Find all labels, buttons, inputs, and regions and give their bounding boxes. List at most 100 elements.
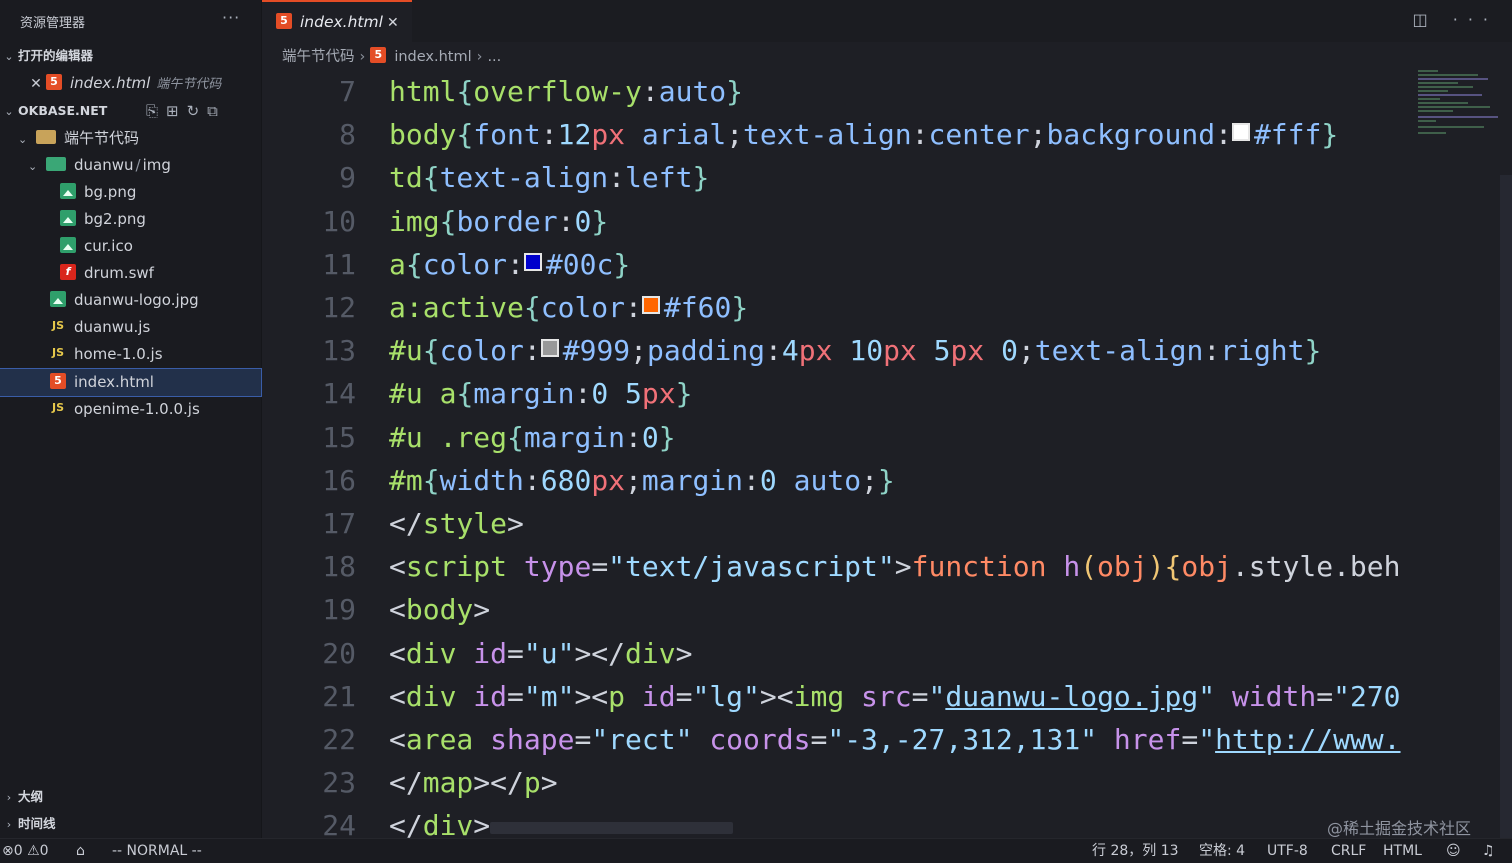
outline-section[interactable]: › 大纲 [0, 785, 43, 809]
code-token: 10 [832, 334, 884, 368]
code-line[interactable]: 24 </div> [262, 804, 490, 838]
code-line[interactable]: 21 <div id="m"><p id="lg"><img src="duanw… [262, 675, 1400, 718]
file-item[interactable]: bg2.png [0, 206, 261, 233]
new-folder-icon[interactable]: ⊞ [166, 102, 187, 120]
breadcrumb-folder[interactable]: 端午节代码 [282, 49, 355, 65]
code-token: > [540, 766, 558, 800]
open-editor-item[interactable]: ✕ 5 index.html 端午节代码 [0, 70, 261, 97]
horizontal-scrollbar[interactable] [490, 822, 733, 834]
tab-index-html[interactable]: 5 index.html ✕ [262, 0, 412, 42]
line-number: 14 [322, 377, 356, 411]
code-line[interactable]: 13 #u{color: #999;padding:4px 10px 5px 0;t… [262, 329, 1321, 372]
code-line[interactable]: 17 </style> [262, 502, 524, 545]
line-number: 22 [322, 723, 356, 756]
color-swatch[interactable] [523, 252, 542, 271]
encoding[interactable]: UTF-8 [1267, 839, 1308, 863]
file-item[interactable]: JS duanwu.js [0, 314, 261, 341]
code-line[interactable]: 15 #u .reg{margin:0} [262, 416, 675, 459]
image-file-icon [60, 182, 76, 199]
code-token: : [625, 420, 642, 454]
code-editor[interactable]: 7 html{overflow-y:auto} 8 body{font:12px ar… [262, 70, 1414, 838]
code-line[interactable]: 9 td{text-align:left} [262, 156, 709, 199]
code-line[interactable]: 20 <div id="u"></div> [262, 632, 692, 675]
code-token: } [675, 377, 693, 411]
color-swatch[interactable] [641, 296, 660, 314]
feedback-icon[interactable]: ☺ [1446, 839, 1461, 863]
file-item[interactable]: cur.ico [0, 233, 261, 260]
color-swatch[interactable] [1231, 123, 1250, 142]
code-token: auto [776, 463, 862, 497]
breadcrumb-symbol[interactable]: ... [487, 49, 501, 65]
code-line[interactable]: 11 a{color: #00c} [262, 243, 630, 286]
split-editor-icon[interactable]: ◫ ··· [1413, 10, 1498, 29]
folder-icon [36, 129, 56, 144]
code-line[interactable]: 23 </map></p> [262, 761, 558, 804]
color-swatch[interactable] [540, 339, 559, 358]
new-file-icon[interactable]: ⎘ [146, 102, 166, 120]
code-token: #f60 [663, 291, 732, 324]
line-number: 21 [322, 679, 356, 713]
open-editors-section[interactable]: ⌄ 打开的编辑器 [0, 44, 93, 68]
explorer-title: 资源管理器 [20, 16, 86, 31]
code-line[interactable]: 18 <script type="text/javascript">functio… [262, 545, 1400, 588]
file-item[interactable]: bg.png [0, 179, 261, 206]
code-token: 680 [540, 463, 592, 497]
refresh-icon[interactable]: ↻ [187, 102, 208, 120]
folder-item[interactable]: ⌄ 端午节代码 [0, 125, 261, 152]
minimap[interactable] [1418, 70, 1502, 140]
vertical-scrollbar[interactable] [1500, 175, 1512, 838]
code-token: >< [574, 679, 609, 713]
home-icon[interactable]: ⌂ [76, 839, 85, 863]
close-icon[interactable]: ✕ [26, 71, 46, 98]
code-token: map [422, 766, 474, 800]
timeline-section[interactable]: › 时间线 [0, 812, 56, 836]
indentation[interactable]: 空格: 4 [1199, 839, 1245, 863]
code-token: = [911, 679, 929, 713]
more-actions-icon[interactable]: ··· [222, 8, 240, 27]
code-token: : [557, 204, 575, 238]
code-token: img [389, 204, 440, 238]
file-item-selected[interactable]: 5 index.html [0, 368, 262, 397]
code-token: : [625, 291, 642, 324]
problems-indicator[interactable]: ⊗0 ⚠0 [2, 839, 49, 863]
code-token: http://www. [1215, 723, 1401, 756]
code-token: src [844, 679, 912, 713]
code-line[interactable]: 14 #u a{margin:0 5px} [262, 372, 692, 415]
file-item[interactable]: JS openime-1.0.0.js [0, 396, 261, 423]
code-token: div [405, 636, 457, 670]
code-token: html [389, 75, 457, 108]
code-line[interactable]: 12 a:active{color: #f60} [262, 286, 748, 329]
code-line[interactable]: 8 body{font:12px arial;text-align:center;… [262, 113, 1338, 156]
bell-icon[interactable]: ♫ [1482, 839, 1495, 863]
code-token: : [743, 463, 760, 497]
code-line[interactable]: 22 <area shape="rect" coords="-3,-27,312,… [262, 718, 1401, 761]
code-token: td [389, 161, 423, 195]
line-ending[interactable]: CRLF [1331, 839, 1366, 863]
code-token: center [928, 118, 1030, 152]
code-line[interactable]: 7 html{overflow-y:auto} [262, 70, 743, 113]
collapse-all-icon[interactable]: ⧉ [207, 102, 226, 120]
breadcrumb-file[interactable]: index.html [394, 49, 471, 65]
code-token: { [422, 334, 440, 368]
workspace-section[interactable]: ⌄ OKBASE.NET [0, 99, 107, 123]
code-line[interactable]: 19 <body> [262, 588, 490, 631]
chevron-right-icon: › [6, 818, 12, 831]
code-token: ; [1029, 118, 1047, 152]
file-item[interactable]: JS home-1.0.js [0, 341, 261, 368]
code-token: : [641, 75, 659, 108]
code-line[interactable]: 10 img{border:0} [262, 200, 608, 243]
code-token: </ [389, 766, 423, 800]
close-icon[interactable]: ✕ [383, 3, 403, 43]
code-token: a [389, 247, 406, 281]
language-mode[interactable]: HTML [1383, 839, 1422, 863]
file-item[interactable]: f drum.swf [0, 260, 261, 287]
code-token: 5 [608, 377, 642, 411]
subfolder-item[interactable]: ⌄ duanwu / img [0, 152, 261, 179]
line-number: 7 [339, 75, 356, 108]
code-token: color [439, 334, 524, 368]
cursor-position[interactable]: 行 28，列 13 [1092, 839, 1179, 863]
code-line[interactable]: 16 #m{width:680px;margin:0 auto;} [262, 459, 895, 502]
code-token: a [422, 377, 457, 411]
file-item[interactable]: duanwu-logo.jpg [0, 287, 261, 314]
code-token: < [389, 550, 406, 584]
